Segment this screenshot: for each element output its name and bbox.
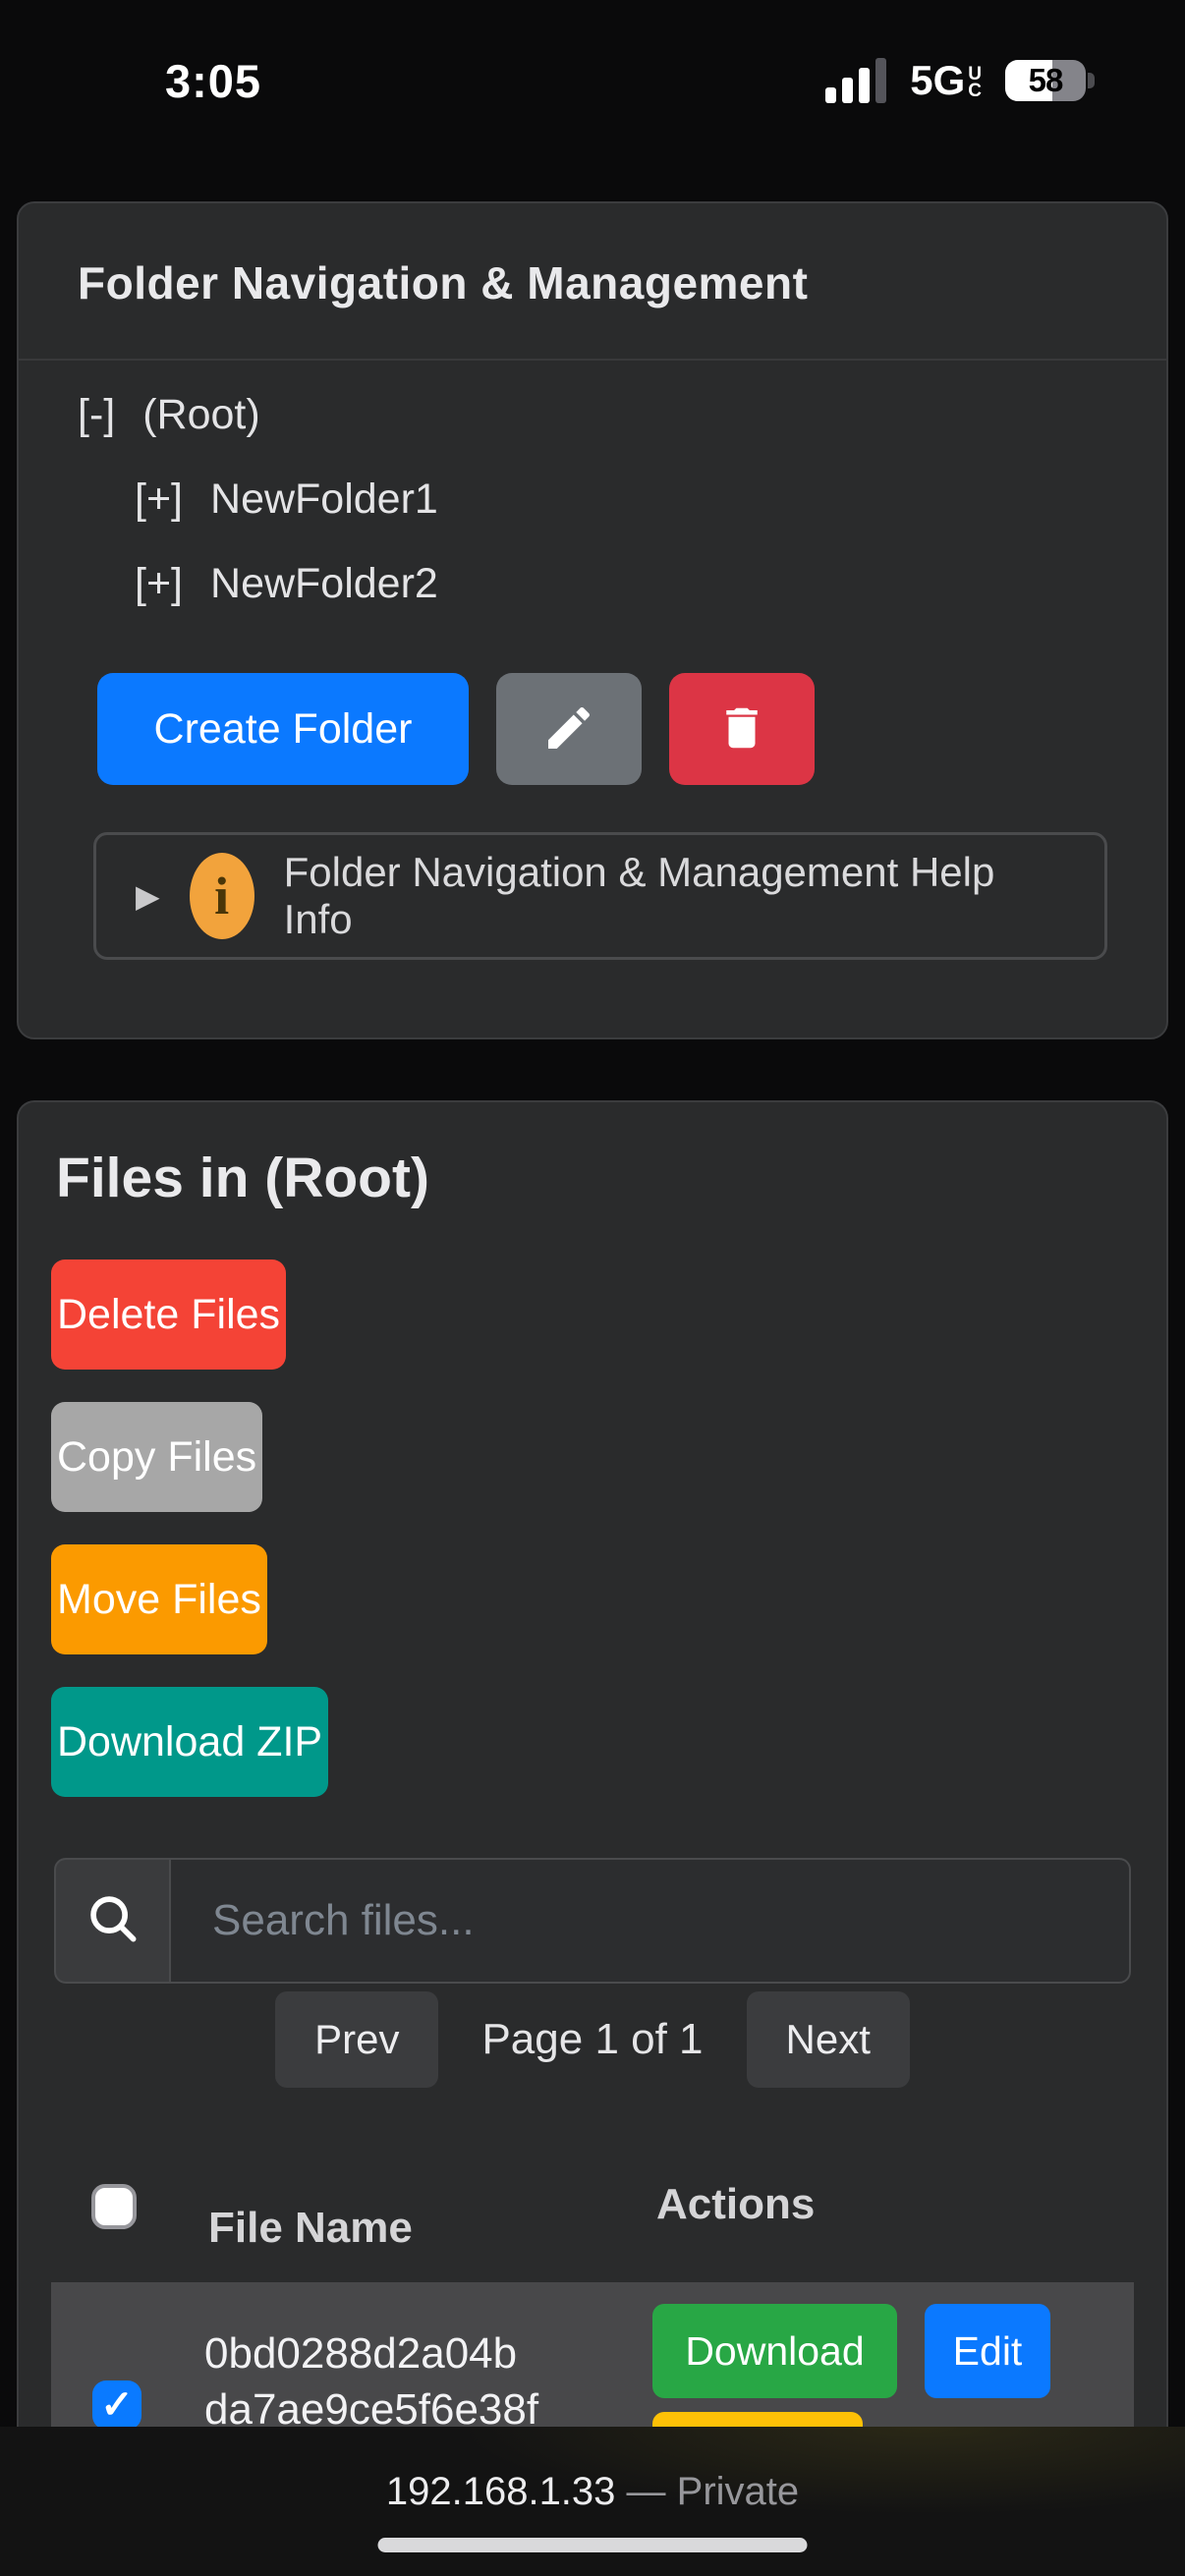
file-search-bar <box>54 1858 1131 1984</box>
tree-label-root[interactable]: (Root) <box>142 391 259 439</box>
status-bar: 3:05 5G U C 58 <box>0 0 1185 147</box>
help-accordion-label: Folder Navigation & Management Help Info <box>284 849 1065 943</box>
info-icon: i <box>190 853 254 939</box>
files-card-title: Files in (Root) <box>19 1102 1166 1210</box>
search-icon-addon <box>54 1858 169 1984</box>
page-indicator: Page 1 of 1 <box>481 2015 703 2064</box>
select-all-checkbox[interactable] <box>91 2184 137 2229</box>
status-indicators: 5G U C 58 <box>825 57 1095 104</box>
folder-card-header: Folder Navigation & Management <box>19 203 1166 361</box>
folder-card-body: [-] (Root) [+] NewFolder1 [+] NewFolder2… <box>19 361 1166 1037</box>
copy-files-button[interactable]: Copy Files <box>51 1402 262 1512</box>
pagination: Prev Page 1 of 1 Next <box>19 1991 1166 2088</box>
folder-help-accordion[interactable]: ▶ i Folder Navigation & Management Help … <box>93 832 1107 960</box>
browser-bottom-bar[interactable]: 192.168.1.33 — Private <box>0 2427 1185 2576</box>
private-browsing-label: — Private <box>615 2470 799 2513</box>
network-badge: 5G U C <box>910 57 982 104</box>
trash-icon <box>715 701 768 757</box>
edit-file-button[interactable]: Edit <box>925 2304 1050 2398</box>
tree-label-newfolder2[interactable]: NewFolder2 <box>210 560 438 608</box>
tree-label-newfolder1[interactable]: NewFolder1 <box>210 476 438 524</box>
folder-card-title: Folder Navigation & Management <box>78 256 1107 309</box>
battery-percent: 58 <box>1005 60 1086 101</box>
next-page-button[interactable]: Next <box>747 1991 910 2088</box>
expand-triangle-icon[interactable]: ▶ <box>136 877 160 915</box>
actions-column-header: Actions <box>656 2180 815 2229</box>
delete-folder-button[interactable] <box>669 673 815 785</box>
row-checkbox-checked[interactable]: ✓ <box>92 2380 141 2430</box>
tree-toggle-newfolder1[interactable]: [+] <box>135 476 183 524</box>
tree-toggle-root[interactable]: [-] <box>78 391 115 439</box>
download-file-button[interactable]: Download <box>652 2304 897 2398</box>
folder-management-card: Folder Navigation & Management [-] (Root… <box>17 201 1168 1039</box>
rename-folder-button[interactable] <box>496 673 642 785</box>
prev-page-button[interactable]: Prev <box>275 1991 438 2088</box>
checkmark-icon: ✓ <box>100 2385 134 2425</box>
home-indicator[interactable] <box>378 2538 808 2552</box>
tree-item-newfolder2[interactable]: [+] NewFolder2 <box>78 541 1107 626</box>
tree-item-root[interactable]: [-] (Root) <box>78 372 1107 457</box>
file-name-column-header: File Name <box>208 2204 413 2253</box>
iphone-screen: 3:05 5G U C 58 Folder Na <box>0 0 1185 2576</box>
file-table-header: File Name Actions <box>51 2170 1134 2257</box>
clock: 3:05 <box>165 54 261 108</box>
pencil-icon <box>541 700 596 758</box>
address-bar[interactable]: 192.168.1.33 — Private <box>0 2470 1185 2514</box>
battery-icon: 58 <box>1005 60 1095 101</box>
magnifier-icon <box>83 1888 143 1954</box>
delete-files-button[interactable]: Delete Files <box>51 1260 286 1370</box>
move-files-button[interactable]: Move Files <box>51 1544 267 1654</box>
url-host: 192.168.1.33 <box>386 2470 616 2513</box>
tree-toggle-newfolder2[interactable]: [+] <box>135 560 183 608</box>
files-card: Files in (Root) Delete Files Copy Files … <box>17 1100 1168 2576</box>
folder-actions-row: Create Folder <box>78 673 1107 785</box>
create-folder-button[interactable]: Create Folder <box>97 673 469 785</box>
signal-strength-icon <box>825 58 886 103</box>
download-zip-button[interactable]: Download ZIP <box>51 1687 328 1797</box>
tree-item-newfolder1[interactable]: [+] NewFolder1 <box>78 457 1107 541</box>
search-files-input[interactable] <box>169 1858 1131 1984</box>
